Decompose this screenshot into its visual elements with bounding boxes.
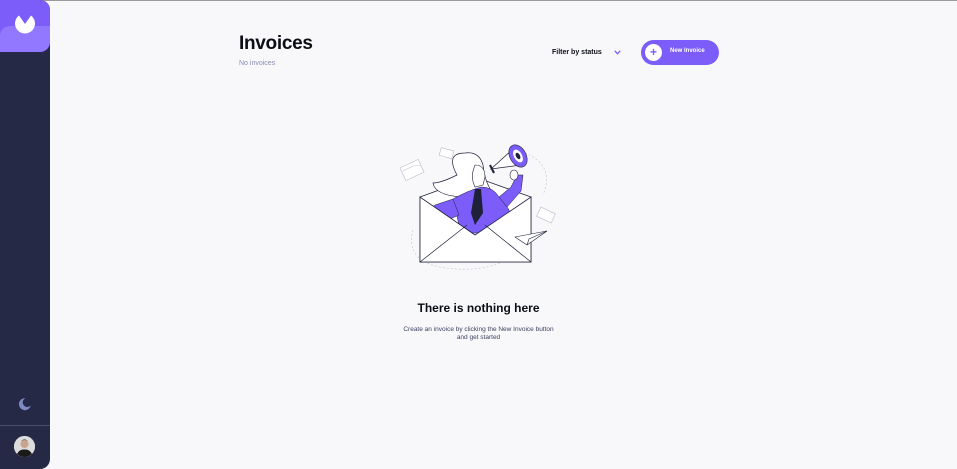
avatar-image	[14, 436, 35, 457]
sidebar	[0, 0, 50, 469]
moon-icon[interactable]	[18, 397, 32, 411]
sidebar-divider	[0, 425, 50, 426]
filter-label: Filter by status	[552, 48, 602, 56]
page-title: Invoices	[239, 33, 313, 54]
new-invoice-button[interactable]: + New Invoice	[641, 40, 719, 65]
logo-icon	[15, 15, 35, 34]
empty-state-description: Create an invoice by clicking the New In…	[403, 326, 554, 341]
filter-by-status-dropdown[interactable]: Filter by status	[552, 46, 621, 58]
chevron-down-icon	[614, 49, 621, 55]
plus-icon: +	[645, 44, 662, 61]
empty-illustration	[399, 144, 556, 270]
top-border	[0, 0, 957, 1]
invoice-count: No invoices	[239, 60, 276, 67]
empty-state-heading: There is nothing here	[417, 301, 540, 315]
logo[interactable]	[0, 0, 50, 52]
new-invoice-label: New Invoice	[670, 48, 705, 54]
avatar[interactable]	[14, 436, 35, 457]
